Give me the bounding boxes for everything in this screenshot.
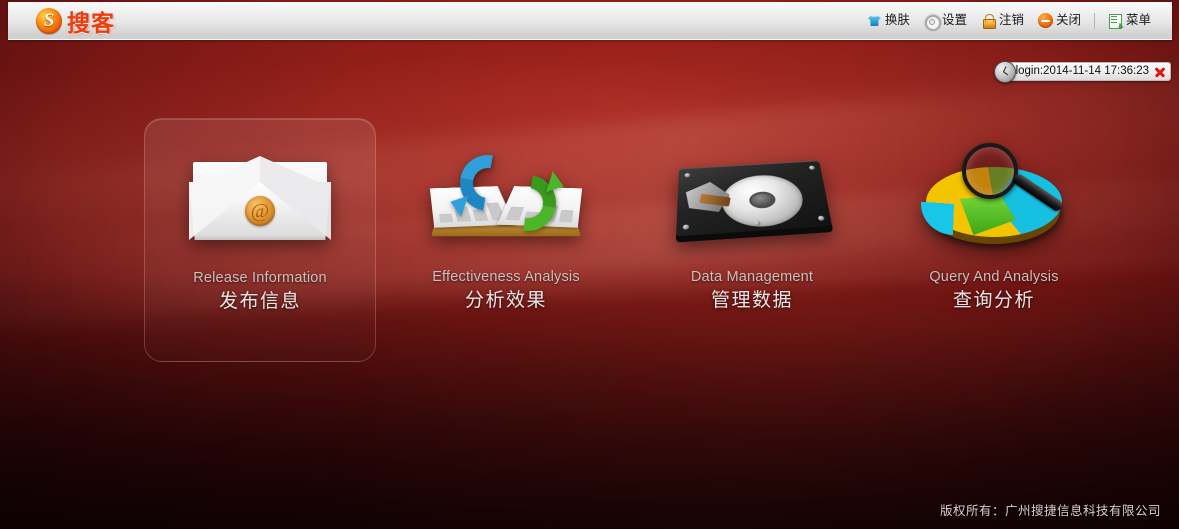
tile-query-and-analysis[interactable]: Query And Analysis 查询分析: [878, 118, 1110, 331]
header-menu-label-close: 关闭: [1055, 13, 1081, 28]
hard-disk-icon: [667, 144, 837, 254]
close-x-icon[interactable]: [1154, 66, 1166, 78]
login-timestamp: login:2014-11-14 17:36:23: [1015, 64, 1149, 77]
tile-label-cn-query-and-analysis: 查询分析: [952, 289, 1035, 311]
s-logo-icon: [36, 7, 62, 34]
clock-icon: [993, 61, 1016, 83]
tile-label-en-release-information: Release Information: [193, 270, 327, 286]
header-menu-item-skin[interactable]: 换肤: [860, 10, 917, 31]
tile-label-en-data-management: Data Management: [690, 269, 814, 285]
header-menu-item-close[interactable]: 关闭: [1031, 10, 1088, 31]
gear-icon: [924, 13, 942, 31]
header-bar: 搜客 换肤 设置 注销 关闭 菜单: [8, 2, 1172, 40]
lock-icon: [981, 13, 996, 29]
minus-circle-icon: [1037, 13, 1053, 28]
login-status-bar: login:2014-11-14 17:36:23: [993, 61, 1171, 83]
tile-effectiveness-analysis[interactable]: Effectiveness Analysis 分析效果: [390, 118, 622, 331]
tile-label-cn-data-management: 管理数据: [710, 289, 793, 311]
pie-chart-magnifier-icon: [909, 143, 1079, 254]
app-logo[interactable]: 搜客: [36, 4, 115, 38]
tile-label-en-effectiveness-analysis: Effectiveness Analysis: [432, 269, 580, 285]
header-menu-item-menu[interactable]: 菜单: [1101, 10, 1158, 31]
application-window: 搜客 换肤 设置 注销 关闭 菜单: [0, 0, 1179, 529]
main-tile-grid: @ Release Information 发布信息 Effectiveness: [0, 118, 1179, 362]
logo-text: 搜客: [67, 9, 115, 36]
tile-label-cn-effectiveness-analysis: 分析效果: [464, 289, 547, 311]
tile-label-cn-release-information: 发布信息: [218, 290, 301, 312]
tile-release-information[interactable]: @ Release Information 发布信息: [144, 118, 376, 362]
header-menu-item-logout[interactable]: 注销: [974, 10, 1031, 31]
header-menu: 换肤 设置 注销 关闭 菜单: [860, 10, 1158, 31]
tile-data-management[interactable]: Data Management 管理数据: [636, 118, 868, 331]
book-refresh-icon: [421, 144, 591, 254]
header-menu-label-menu: 菜单: [1125, 13, 1151, 28]
header-menu-label-skin: 换肤: [884, 13, 910, 28]
footer-copyright: 版权所有：广州搜捷信息科技有限公司: [939, 504, 1161, 518]
header-menu-item-settings[interactable]: 设置: [917, 10, 974, 31]
header-menu-divider: [1093, 12, 1095, 29]
header-menu-label-logout: 注销: [998, 13, 1024, 28]
header-menu-label-settings: 设置: [941, 13, 967, 28]
tile-label-en-query-and-analysis: Query And Analysis: [929, 269, 1059, 285]
document-list-icon: [1108, 13, 1125, 30]
envelope-icon: @: [175, 145, 345, 255]
tshirt-icon: [867, 13, 882, 28]
